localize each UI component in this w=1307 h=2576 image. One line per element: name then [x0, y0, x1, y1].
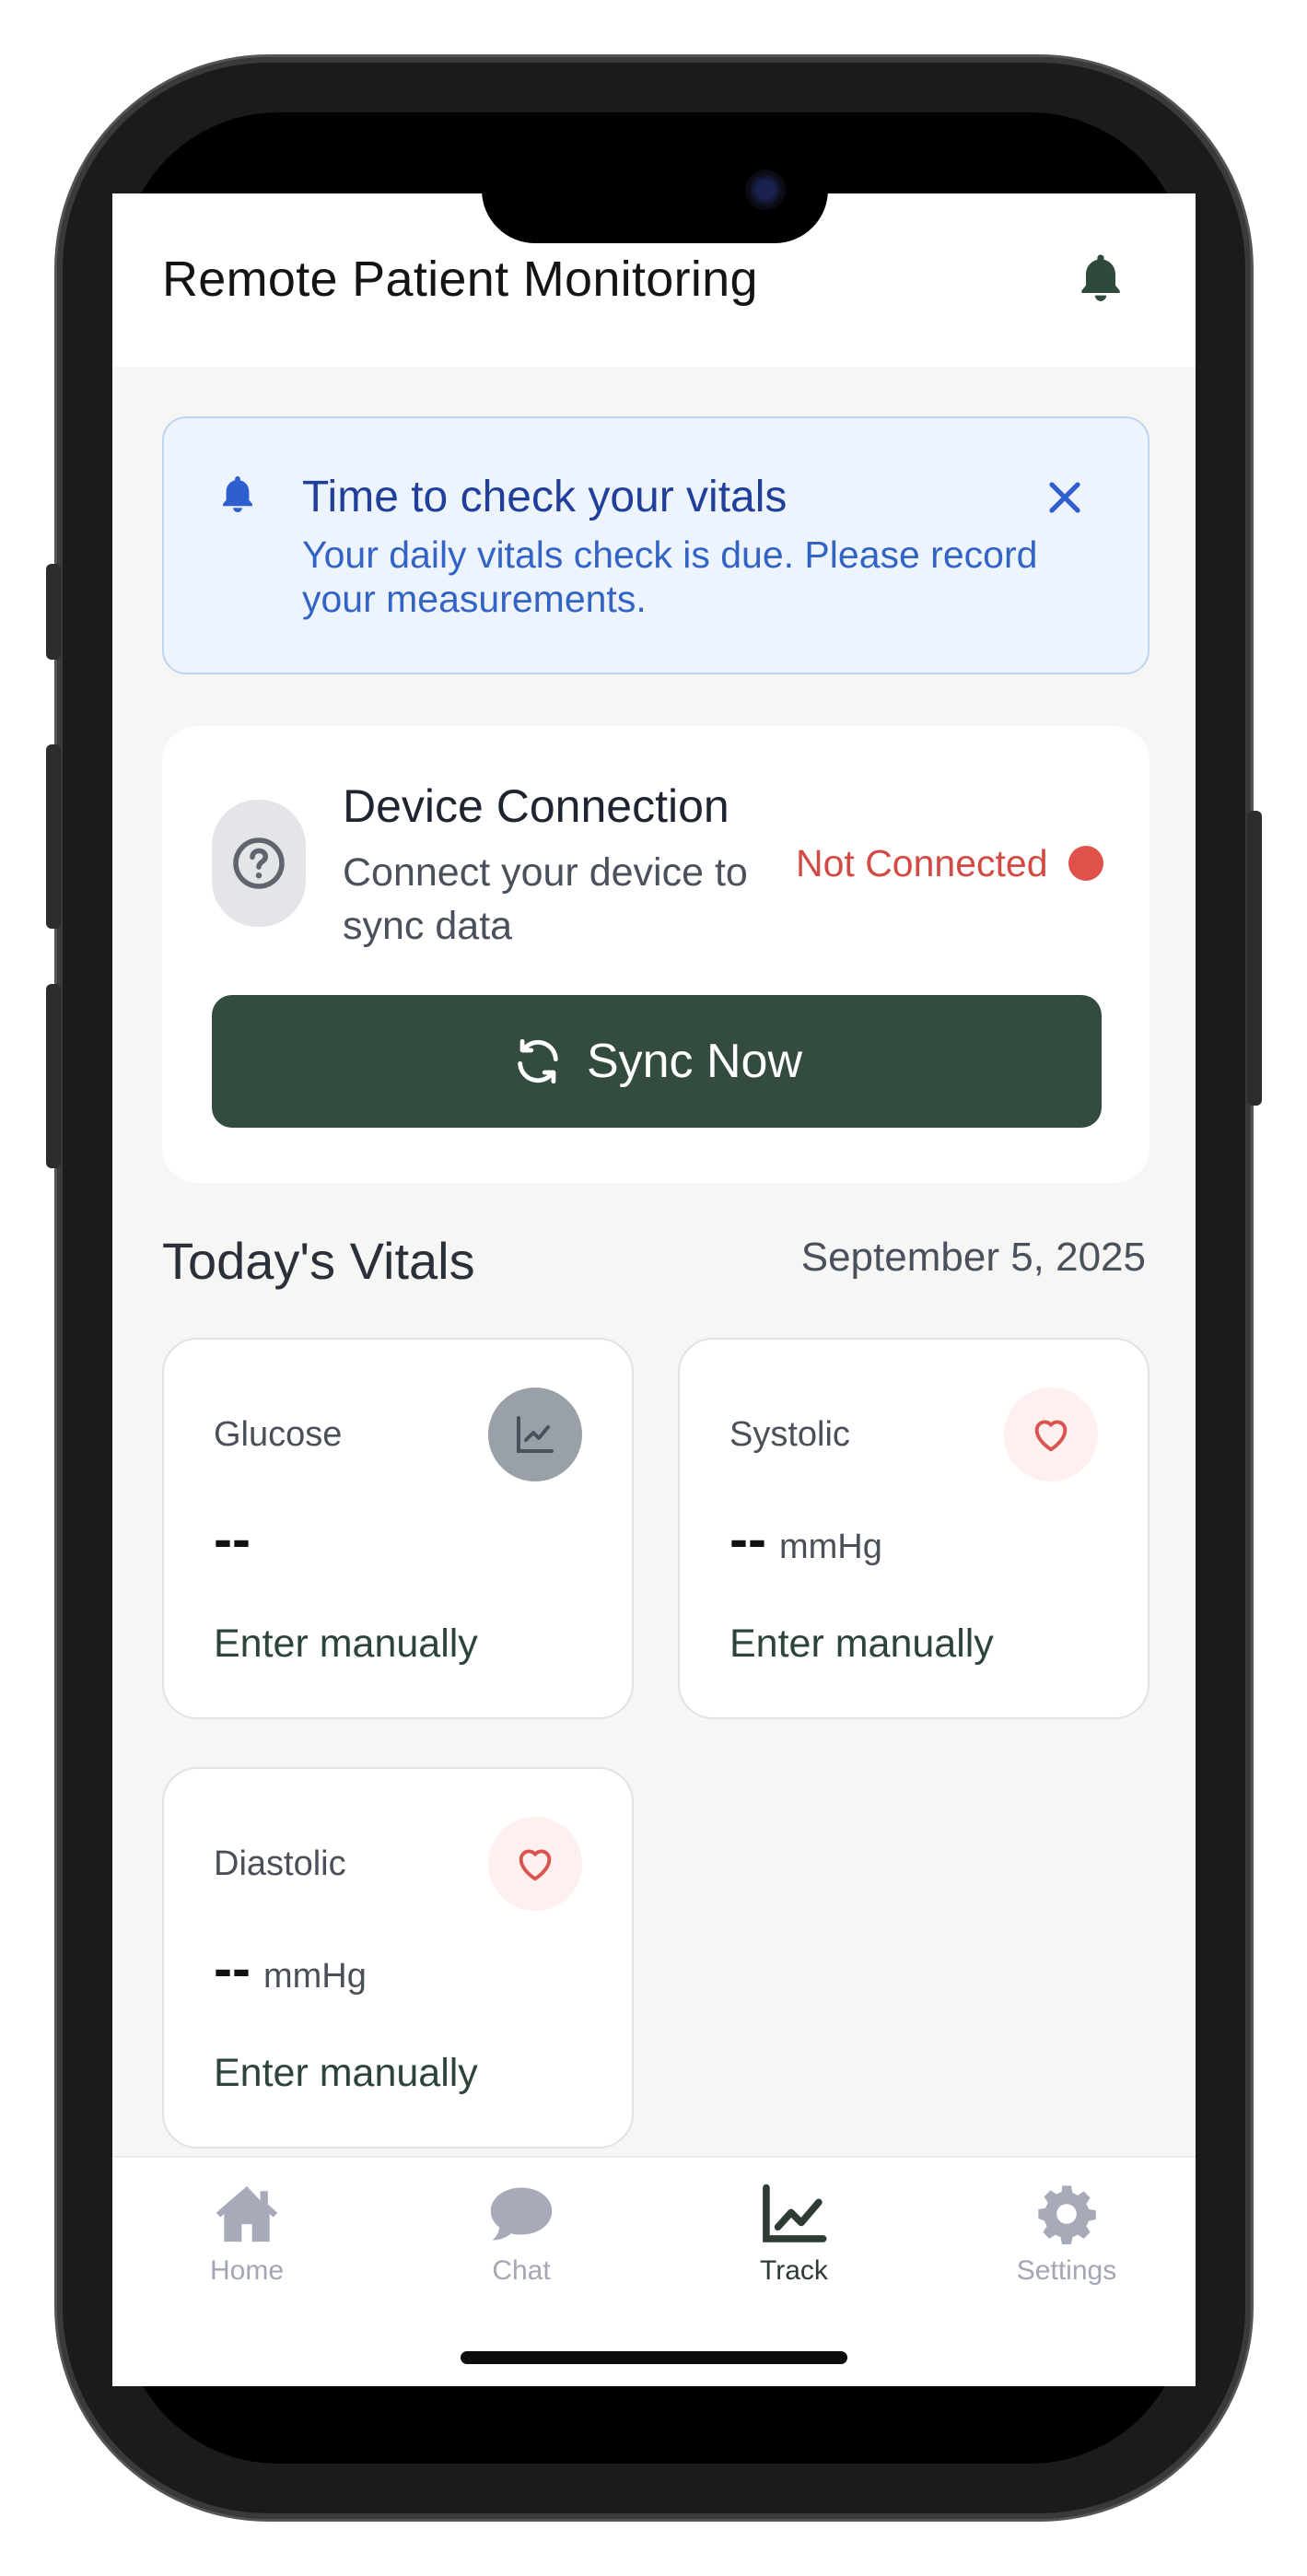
nav-item-settings[interactable]: Settings	[974, 2182, 1159, 2287]
vital-value: --	[214, 1508, 251, 1570]
vital-name: Glucose	[214, 1415, 343, 1454]
power-button	[1247, 811, 1262, 1106]
home-icon	[216, 2185, 278, 2242]
chart-line-icon	[763, 2184, 827, 2242]
action-button	[46, 564, 61, 660]
heart-icon	[488, 1817, 582, 1911]
chart-line-icon	[488, 1388, 582, 1481]
vital-name: Diastolic	[214, 1844, 346, 1883]
gear-icon	[1038, 2185, 1096, 2244]
nav-item-home[interactable]: Home	[155, 2182, 339, 2287]
nav-item-track[interactable]: Track	[702, 2182, 886, 2287]
sync-now-label: Sync Now	[586, 1035, 803, 1088]
vital-card-glucose[interactable]: Glucose -- Enter manually	[162, 1338, 634, 1719]
vitals-section-title: Today's Vitals	[162, 1232, 475, 1290]
question-circle-icon	[233, 837, 285, 889]
vital-unit: mmHg	[778, 1528, 882, 1566]
vital-card-systolic[interactable]: Systolic -- mmHg Enter manually	[678, 1338, 1149, 1719]
sync-now-button[interactable]: Sync Now	[212, 995, 1102, 1128]
sync-icon	[518, 1038, 558, 1084]
volume-down-button	[46, 984, 61, 1168]
page-title: Remote Patient Monitoring	[162, 252, 758, 307]
front-camera	[745, 170, 786, 210]
device-connection-subtitle: Connect your device to sync data	[343, 850, 748, 948]
dynamic-island	[482, 136, 828, 243]
alert-message: Your daily vitals check is due. Please r…	[302, 533, 1038, 620]
heart-icon	[1004, 1388, 1098, 1481]
bell-icon[interactable]	[1072, 249, 1129, 306]
bell-icon	[216, 472, 260, 516]
connection-status: Not Connected	[796, 842, 1048, 884]
enter-manually-link[interactable]: Enter manually	[729, 1622, 994, 1667]
vital-unit: mmHg	[263, 1957, 367, 1996]
close-icon[interactable]	[1043, 475, 1087, 520]
home-indicator	[461, 2351, 847, 2364]
status-indicator-dot	[1068, 846, 1103, 881]
device-connection-card: Device Connection Connect your device to…	[162, 726, 1149, 1183]
vital-value: -- mmHg	[214, 1938, 367, 1999]
vital-name: Systolic	[729, 1415, 850, 1454]
enter-manually-link[interactable]: Enter manually	[214, 1622, 478, 1667]
vitals-date: September 5, 2025	[800, 1235, 1146, 1280]
enter-manually-link[interactable]: Enter manually	[214, 2051, 478, 2096]
bottom-nav: Home Chat Track Settings	[112, 2156, 1196, 2386]
volume-up-button	[46, 744, 61, 929]
nav-label: Chat	[492, 2255, 551, 2286]
chat-icon	[490, 2187, 553, 2241]
device-icon-container	[212, 800, 306, 927]
vital-value: -- mmHg	[729, 1508, 882, 1570]
nav-item-chat[interactable]: Chat	[429, 2182, 613, 2287]
alert-title: Time to check your vitals	[302, 473, 788, 521]
nav-label: Track	[760, 2255, 828, 2286]
vital-card-diastolic[interactable]: Diastolic -- mmHg Enter manually	[162, 1767, 634, 2149]
nav-label: Settings	[1016, 2255, 1117, 2286]
app-screen: Remote Patient Monitoring Time to check …	[112, 193, 1196, 2386]
vitals-reminder-alert: Time to check your vitals Your daily vit…	[162, 416, 1149, 674]
nav-label: Home	[209, 2255, 285, 2286]
device-connection-title: Device Connection	[343, 780, 729, 832]
